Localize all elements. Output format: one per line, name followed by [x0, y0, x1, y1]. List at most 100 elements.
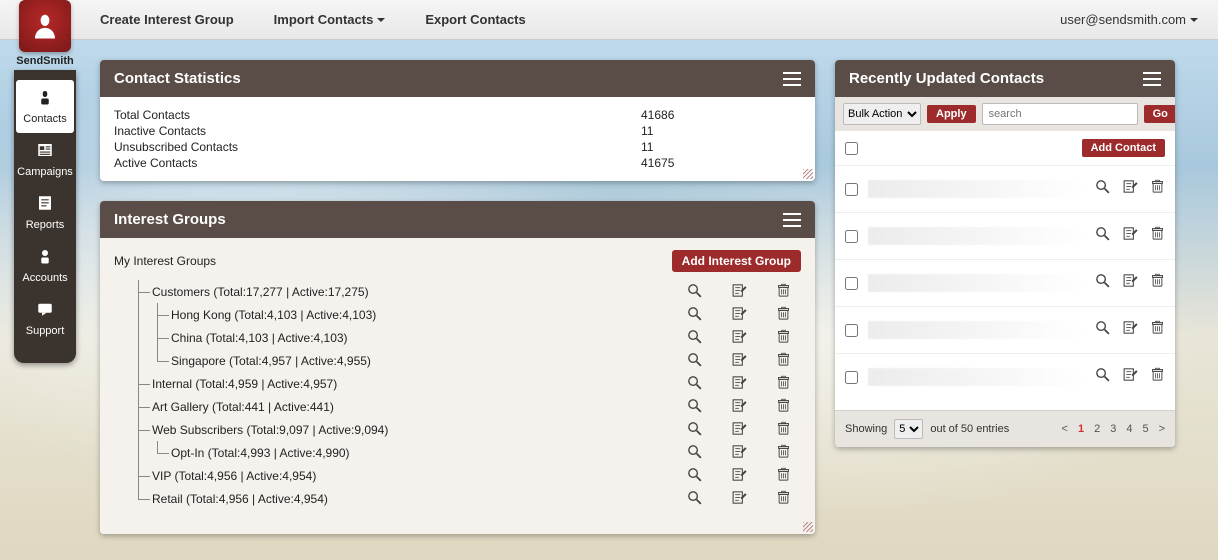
view-group-button[interactable]	[686, 420, 703, 440]
search-input[interactable]	[982, 103, 1138, 125]
per-page-select[interactable]: 5	[894, 419, 923, 439]
contact-checkbox[interactable]	[845, 371, 858, 384]
delete-group-button[interactable]	[776, 351, 791, 371]
view-group-button[interactable]	[686, 443, 703, 463]
page-prev[interactable]: <	[1062, 423, 1068, 435]
view-group-button[interactable]	[686, 351, 703, 371]
apply-button[interactable]: Apply	[927, 105, 976, 123]
resize-handle[interactable]	[803, 522, 813, 532]
edit-group-button[interactable]	[731, 420, 748, 440]
edit-group-button[interactable]	[731, 374, 748, 394]
view-contact-button[interactable]	[1094, 366, 1111, 388]
trash-icon	[776, 351, 791, 368]
delete-contact-button[interactable]	[1150, 225, 1165, 247]
contact-checkbox[interactable]	[845, 230, 858, 243]
edit-group-button[interactable]	[731, 489, 748, 509]
delete-contact-button[interactable]	[1150, 319, 1165, 341]
view-group-button[interactable]	[686, 397, 703, 417]
edit-group-button[interactable]	[731, 351, 748, 371]
edit-contact-button[interactable]	[1122, 366, 1139, 388]
trash-icon	[1150, 178, 1165, 195]
view-group-button[interactable]	[686, 305, 703, 325]
sidebar-item-reports[interactable]: Reports	[14, 186, 76, 239]
sidebar-item-support[interactable]: Support	[14, 292, 76, 345]
edit-group-button[interactable]	[731, 443, 748, 463]
delete-contact-button[interactable]	[1150, 366, 1165, 388]
page-next[interactable]: >	[1159, 423, 1165, 435]
page-number[interactable]: 2	[1094, 423, 1100, 435]
sidebar-item-contacts[interactable]: Contacts	[16, 80, 74, 133]
delete-group-button[interactable]	[776, 397, 791, 417]
caret-down-icon	[1190, 18, 1198, 26]
contact-checkbox[interactable]	[845, 277, 858, 290]
view-contact-button[interactable]	[1094, 319, 1111, 341]
group-label[interactable]: Opt-In (Total:4,993 | Active:4,990)	[171, 446, 686, 460]
group-label[interactable]: Web Subscribers (Total:9,097 | Active:9,…	[152, 423, 686, 437]
edit-group-button[interactable]	[731, 282, 748, 302]
add-interest-group-button[interactable]: Add Interest Group	[672, 250, 801, 272]
edit-contact-button[interactable]	[1122, 319, 1139, 341]
bulk-action-select[interactable]: Bulk Action	[843, 103, 921, 125]
sidebar-item-accounts[interactable]: Accounts	[14, 239, 76, 292]
contact-checkbox[interactable]	[845, 183, 858, 196]
nav-export-contacts[interactable]: Export Contacts	[425, 12, 525, 27]
nav-import-contacts[interactable]: Import Contacts	[274, 12, 386, 27]
delete-group-button[interactable]	[776, 466, 791, 486]
trash-icon	[776, 466, 791, 483]
edit-icon	[731, 282, 748, 299]
edit-group-button[interactable]	[731, 397, 748, 417]
edit-group-button[interactable]	[731, 328, 748, 348]
view-group-button[interactable]	[686, 374, 703, 394]
view-group-button[interactable]	[686, 466, 703, 486]
select-all-checkbox[interactable]	[845, 142, 858, 155]
panel-menu-button[interactable]	[783, 213, 801, 227]
resize-handle[interactable]	[803, 169, 813, 179]
group-label[interactable]: Customers (Total:17,277 | Active:17,275)	[152, 285, 686, 299]
search-icon	[686, 328, 703, 345]
delete-group-button[interactable]	[776, 489, 791, 509]
delete-group-button[interactable]	[776, 443, 791, 463]
contact-checkbox[interactable]	[845, 324, 858, 337]
view-group-button[interactable]	[686, 328, 703, 348]
delete-group-button[interactable]	[776, 282, 791, 302]
edit-group-button[interactable]	[731, 305, 748, 325]
edit-contact-button[interactable]	[1122, 272, 1139, 294]
panel-menu-button[interactable]	[1143, 72, 1161, 86]
edit-contact-button[interactable]	[1122, 225, 1139, 247]
page-number[interactable]: 3	[1110, 423, 1116, 435]
group-label[interactable]: Hong Kong (Total:4,103 | Active:4,103)	[171, 308, 686, 322]
delete-group-button[interactable]	[776, 305, 791, 325]
view-contact-button[interactable]	[1094, 272, 1111, 294]
view-group-button[interactable]	[686, 489, 703, 509]
view-contact-button[interactable]	[1094, 225, 1111, 247]
delete-group-button[interactable]	[776, 328, 791, 348]
panel-title: Interest Groups	[114, 211, 226, 228]
go-button[interactable]: Go	[1144, 105, 1175, 123]
add-contact-button[interactable]: Add Contact	[1082, 139, 1165, 157]
sidebar-item-campaigns[interactable]: Campaigns	[14, 133, 76, 186]
group-label[interactable]: Art Gallery (Total:441 | Active:441)	[152, 400, 686, 414]
delete-contact-button[interactable]	[1150, 178, 1165, 200]
page-number[interactable]: 1	[1078, 423, 1084, 435]
group-label[interactable]: Internal (Total:4,959 | Active:4,957)	[152, 377, 686, 391]
brand-logo[interactable]: SendSmith	[14, 0, 76, 67]
group-label[interactable]: VIP (Total:4,956 | Active:4,954)	[152, 469, 686, 483]
user-menu[interactable]: user@sendsmith.com	[1060, 12, 1198, 27]
group-label[interactable]: China (Total:4,103 | Active:4,103)	[171, 331, 686, 345]
delete-contact-button[interactable]	[1150, 272, 1165, 294]
edit-contact-button[interactable]	[1122, 178, 1139, 200]
page-number[interactable]: 4	[1126, 423, 1132, 435]
nav-create-interest-group[interactable]: Create Interest Group	[100, 12, 234, 27]
delete-group-button[interactable]	[776, 374, 791, 394]
edit-group-button[interactable]	[731, 466, 748, 486]
interest-group-row: Opt-In (Total:4,993 | Active:4,990)	[114, 441, 801, 464]
panel-menu-button[interactable]	[783, 72, 801, 86]
view-group-button[interactable]	[686, 282, 703, 302]
trash-icon	[776, 443, 791, 460]
delete-group-button[interactable]	[776, 420, 791, 440]
view-contact-button[interactable]	[1094, 178, 1111, 200]
group-label[interactable]: Singapore (Total:4,957 | Active:4,955)	[171, 354, 686, 368]
group-label[interactable]: Retail (Total:4,956 | Active:4,954)	[152, 492, 686, 506]
interest-group-row: Retail (Total:4,956 | Active:4,954)	[114, 487, 801, 510]
page-number[interactable]: 5	[1142, 423, 1148, 435]
